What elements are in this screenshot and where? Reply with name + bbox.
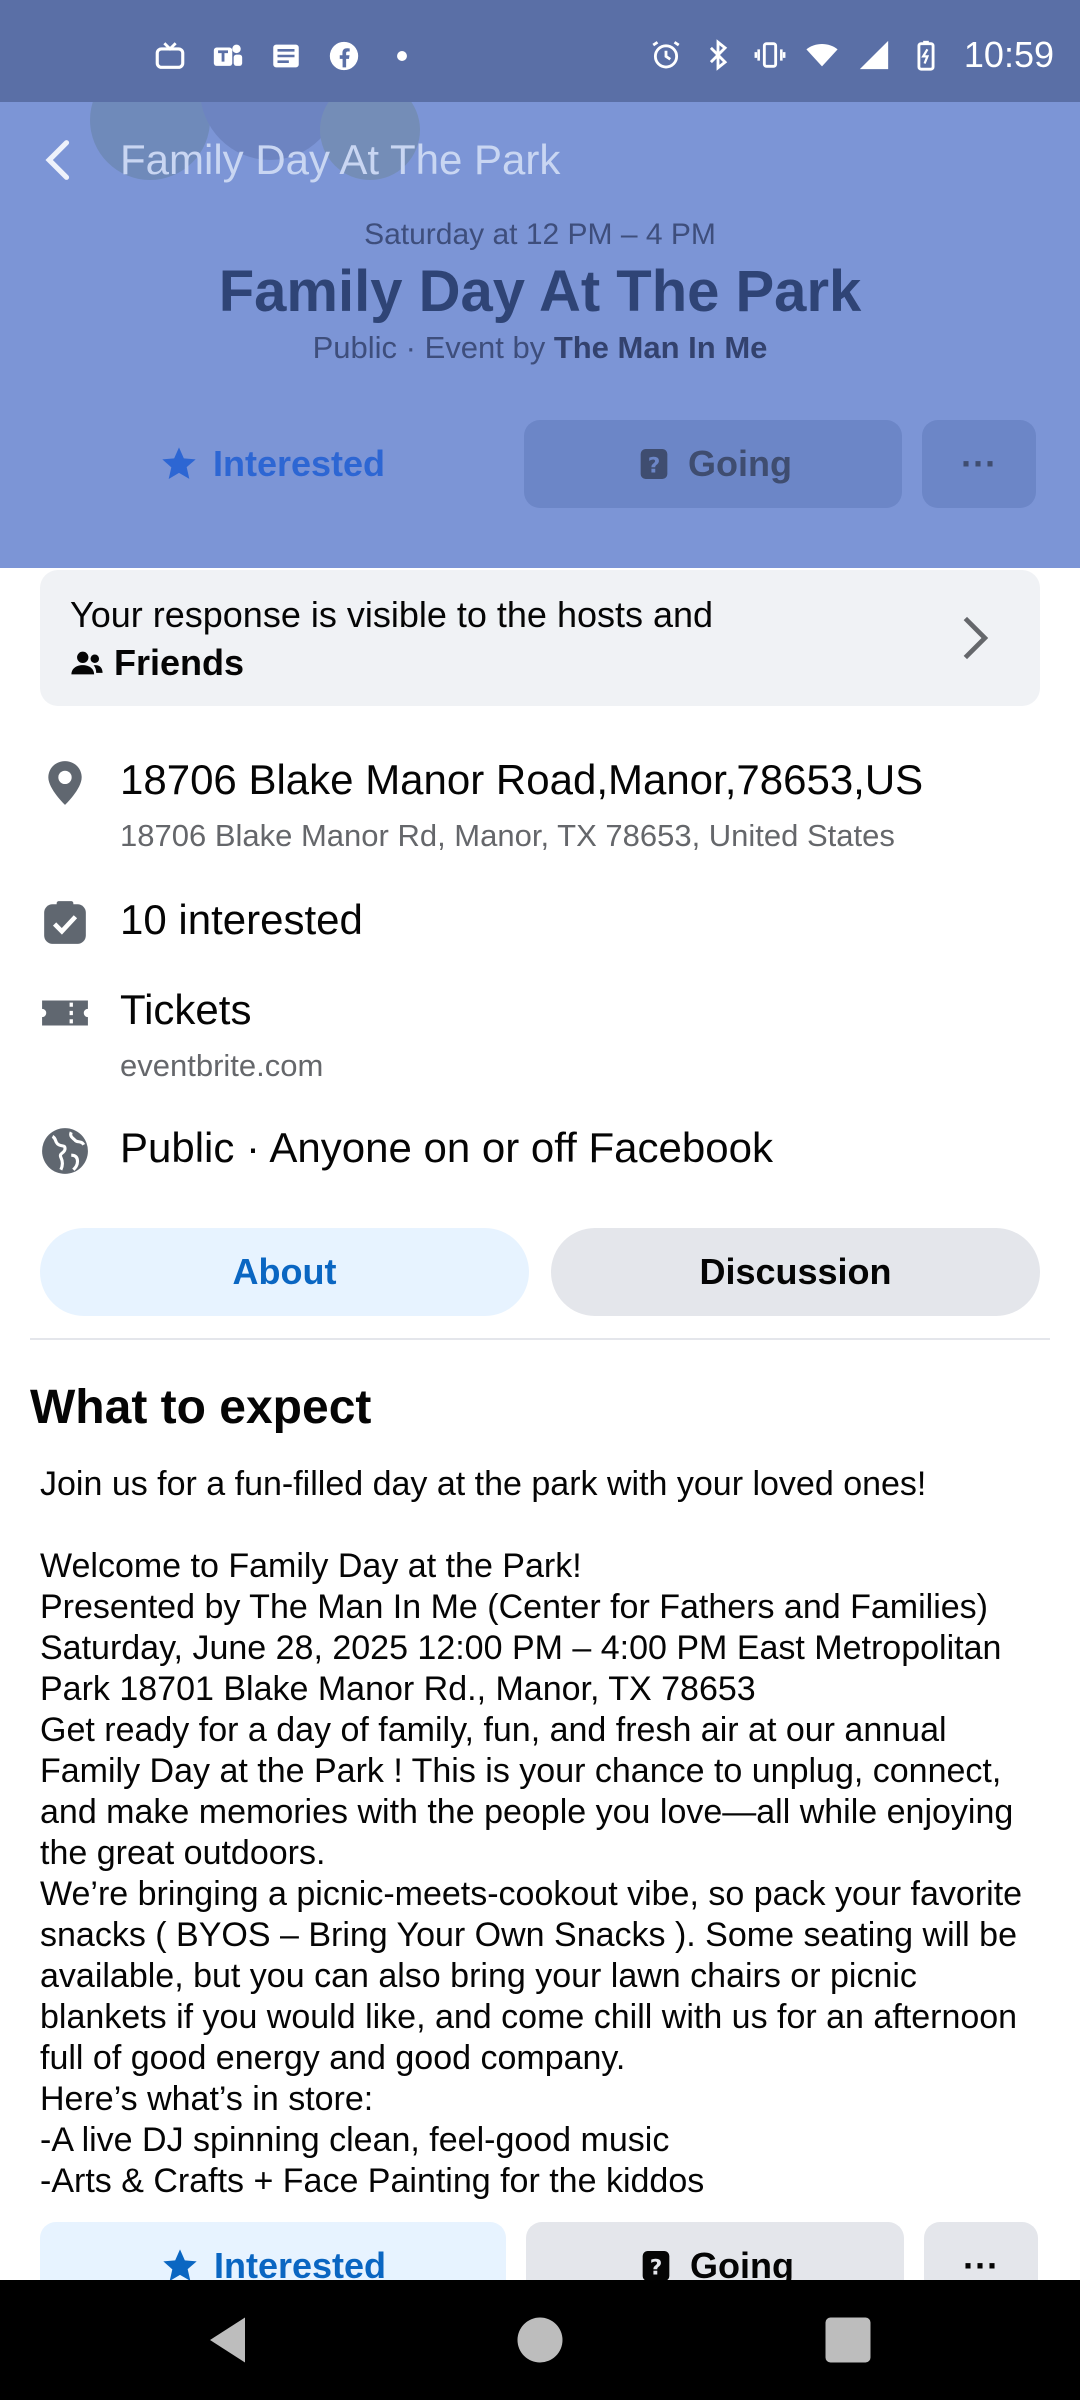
back-button[interactable] [34,134,86,186]
description-line: Here’s what’s in store: [40,2080,374,2118]
dot-icon [384,38,420,74]
nav-home-button[interactable] [510,2310,570,2370]
description-line: Welcome to Family Day at the Park! [40,1547,582,1585]
svg-text:?: ? [648,453,661,478]
event-header: 10:59 Family Day At The Park Saturday at… [0,0,1080,568]
privacy-text: Public · Anyone on or off Facebook [120,1124,773,1171]
event-description: Join us for a fun-filled day at the park… [40,1464,1050,2202]
description-line: Get ready for a day of family, fun, and … [40,1711,1014,1872]
signal-icon [856,37,892,73]
battery-icon [908,37,944,73]
app-bar-title: Family Day At The Park [120,136,561,183]
event-meta: Public · Event by The Man In Me [0,330,1080,366]
tickets-site[interactable]: eventbrite.com [120,1048,323,1084]
globe-icon [42,1128,88,1174]
more-options-button[interactable]: ··· [922,420,1036,508]
friends-icon [71,651,103,675]
response-audience-label: Friends [114,642,245,683]
svg-text:?: ? [650,2255,663,2280]
teams-icon [210,38,246,74]
description-line: -A live DJ spinning clean, feel-good mus… [40,2121,670,2159]
going-button-sticky[interactable]: ? Going [526,2222,904,2282]
more-label: ··· [961,443,997,484]
divider [30,1338,1050,1340]
facebook-icon [326,38,362,74]
description-line: Presented by The Man In Me (Center for F… [40,1588,988,1626]
response-audience: Friends [70,642,244,684]
star-icon [162,447,196,479]
news-icon [268,38,304,74]
going-button[interactable]: ? Going [524,420,902,508]
status-bar: 10:59 [0,0,1080,102]
interested-button-sticky[interactable]: Interested [40,2222,506,2282]
tab-about[interactable]: About [40,1228,529,1316]
section-title: What to expect [30,1381,372,1434]
privacy-row: Public · Anyone on or off Facebook [40,1124,1040,1184]
going-label: Going [690,2245,794,2282]
interested-label: Interested [212,443,386,484]
description-intro: Join us for a fun-filled day at the park… [40,1465,927,1503]
description-line: We’re bringing a picnic-meets-cookout vi… [40,1875,1023,2077]
alarm-icon [648,37,684,73]
more-options-button-sticky[interactable]: ··· [924,2222,1038,2282]
tickets-label: Tickets [120,986,252,1033]
question-ticket-icon: ? [642,2251,670,2281]
app-bar: Family Day At The Park [0,112,1080,208]
event-host-link[interactable]: The Man In Me [554,330,768,365]
question-ticket-icon: ? [640,449,668,479]
location-address: 18706 Blake Manor Rd, Manor, TX 78653, U… [120,818,895,853]
bluetooth-icon [700,37,736,73]
vibrate-icon [752,37,788,73]
clock: 10:59 [963,34,1054,75]
nav-back-button[interactable] [200,2310,260,2370]
event-tabs: About Discussion [40,1228,1040,1318]
nav-recents-button[interactable] [818,2310,878,2370]
sticky-rsvp-actions: Interested ? Going ··· [40,2222,1040,2282]
response-visibility-card[interactable]: Your response is visible to the hosts an… [40,570,1040,706]
description-line: -Arts & Crafts + Face Painting for the k… [40,2162,705,2200]
location-row[interactable]: 18706 Blake Manor Road,Manor,78653,US 18… [40,756,1040,856]
checklist-icon [44,901,86,944]
event-visibility: Public · Event by [312,330,554,365]
tickets-row[interactable]: Tickets eventbrite.com [40,986,1040,1086]
location-name: 18706 Blake Manor Road,Manor,78653,US [120,756,924,803]
star-icon [163,2249,197,2281]
tv-icon [152,38,188,74]
chevron-right-icon [963,616,989,660]
going-label: Going [688,443,792,484]
location-pin-icon [48,761,82,805]
more-label: ··· [963,2245,999,2282]
interested-count: 10 interested [120,896,363,943]
description-line: Saturday, June 28, 2025 12:00 PM – 4:00 … [40,1629,1002,1708]
interested-button[interactable]: Interested [40,420,504,508]
rsvp-actions: Interested ? Going ··· [40,420,1040,510]
response-visibility-text: Your response is visible to the hosts an… [70,594,714,635]
interested-label: Interested [213,2245,387,2282]
system-nav-bar [0,2280,1080,2400]
event-title: Family Day At The Park [218,259,862,324]
event-datetime: Saturday at 12 PM – 4 PM [364,218,716,251]
tab-discussion[interactable]: Discussion [551,1228,1040,1316]
wifi-icon [804,37,840,73]
interested-count-row[interactable]: 10 interested [40,896,1040,956]
ticket-icon [42,1000,88,1026]
